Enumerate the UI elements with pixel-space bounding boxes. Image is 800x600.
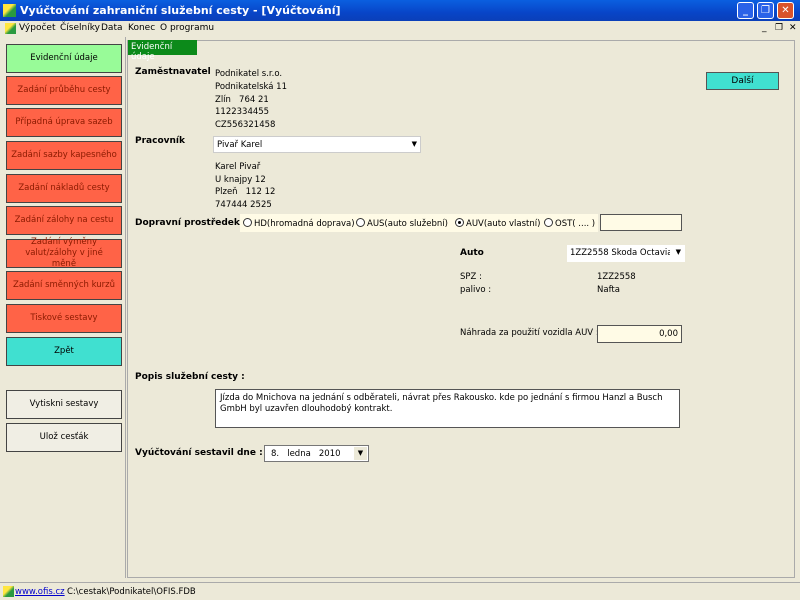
menu-ciselniky[interactable]: Číselníky (60, 23, 100, 33)
employee-line: Plzeň 112 12 (215, 187, 276, 198)
menu-bar: Výpočet Číselníky Data Konec O programu … (0, 21, 800, 37)
employer-line: Podnikatel s.r.o. (215, 69, 283, 79)
sidebar-uprava-sazeb[interactable]: Případná úprava sazeb (6, 108, 122, 137)
date-label: Vyúčtování sestavil dne : (135, 448, 263, 458)
app-icon (3, 586, 14, 597)
database-path: C:\cestak\Podnikatel\OFIS.FDB (67, 587, 196, 597)
radio-label: AUV(auto vlastní) (466, 219, 541, 229)
mdi-minimize-button[interactable]: _ (762, 23, 767, 33)
employee-line: U knajpy 12 (215, 174, 266, 185)
sidebar-zalohy[interactable]: Zadání zálohy na cestu (6, 206, 122, 235)
car-label: Auto (460, 248, 484, 258)
compensation-label: Náhrada za použití vozidla AUV : (460, 328, 599, 338)
radio-label: HD(hromadná doprava) (254, 219, 355, 229)
fuel-label: palivo : (460, 285, 492, 295)
spz-value: 1ZZ2558 (597, 272, 636, 282)
date-value: 8. ledna 2010 (271, 449, 341, 459)
employer-line: 1122334455 (215, 107, 270, 118)
employee-label: Pracovník (135, 136, 185, 146)
employer-label: Zaměstnavatel (135, 67, 211, 77)
radio-ost[interactable]: OST( .... ) (544, 218, 595, 229)
spz-label: SPZ : (460, 272, 482, 282)
sidebar-zadani-prubehu[interactable]: Zadání průběhu cesty (6, 76, 122, 105)
next-button[interactable]: Další (706, 72, 779, 90)
window-title: Vyúčtování zahraniční služební cesty - [… (20, 4, 341, 17)
description-label: Popis služební cesty : (135, 372, 245, 382)
mdi-restore-button[interactable]: ❐ (775, 23, 783, 33)
description-textarea[interactable]: Jízda do Mnichova na jednání s odběratel… (215, 389, 680, 428)
sidebar-tiskove-sestavy[interactable]: Tiskové sestavy (6, 304, 122, 333)
car-selected: 1ZZ2558 Škoda Octavia kc (570, 248, 670, 258)
sidebar-vymena-valut[interactable]: Zadání výměny valut/zálohy v jiné měně (6, 237, 122, 269)
back-button[interactable]: Zpět (6, 337, 122, 366)
menu-data[interactable]: Data (101, 23, 123, 33)
employer-line: Podnikatelská 11 (215, 81, 288, 92)
radio-aus[interactable]: AUS(auto služební) (356, 218, 448, 229)
sidebar-smenne-kurzy[interactable]: Zadání směnných kurzů (6, 271, 122, 300)
radio-label: AUS(auto služební) (367, 219, 448, 229)
print-reports-button[interactable]: Vytiskni sestavy (6, 390, 122, 419)
radio-auv[interactable]: AUV(auto vlastní) (455, 218, 540, 229)
employer-line: Zlín 764 21 (215, 94, 269, 105)
restore-button[interactable]: ❐ (757, 2, 774, 19)
mdi-close-button[interactable]: ✕ (789, 23, 797, 33)
chevron-down-icon[interactable]: ▼ (354, 447, 367, 460)
employee-selected: Pivař Karel (217, 140, 263, 150)
app-icon (3, 4, 16, 17)
radio-hd[interactable]: HD(hromadná doprava) (243, 218, 355, 229)
chevron-down-icon: ▼ (411, 140, 417, 148)
status-bar: www.ofis.cz C:\cestak\Podnikatel\OFIS.FD… (0, 582, 800, 600)
radio-label: OST( .... ) (555, 219, 596, 229)
sidebar-naklady-cesty[interactable]: Zadání nákladů cesty (6, 174, 122, 203)
compensation-input[interactable]: 0,00 (597, 325, 682, 343)
sidebar-sazby-kapesneho[interactable]: Zadání sazby kapesného (6, 141, 122, 170)
employee-select[interactable]: Pivař Karel ▼ (213, 136, 421, 153)
other-transport-input[interactable] (600, 214, 682, 231)
fuel-value: Nafta (597, 285, 620, 295)
employer-address: Podnikatel s.r.o. Podnikatelská 11 Zlín … (215, 68, 287, 132)
employer-line: CZ556321458 (215, 120, 276, 131)
sidebar-evidencni-udaje[interactable]: Evidenční údaje (6, 44, 122, 73)
menu-konec[interactable]: Konec (128, 23, 155, 33)
tab-evidencni-udaje[interactable]: Evidenční údaje (128, 40, 197, 62)
document-icon (5, 23, 16, 34)
close-button[interactable]: ✕ (777, 2, 794, 19)
employee-address: Karel Pivař U knajpy 12 Plzeň 112 12 747… (215, 161, 275, 211)
employee-line: 747444 2525 (215, 199, 272, 210)
car-select[interactable]: 1ZZ2558 Škoda Octavia kc ▼ (567, 245, 685, 262)
transport-radio-group: HD(hromadná doprava) AUS(auto služební) … (240, 214, 598, 232)
transport-label: Dopravní prostředek : (135, 218, 247, 228)
save-button[interactable]: Ulož cesťák (6, 423, 122, 452)
menu-vypocet[interactable]: Výpočet (19, 23, 55, 33)
website-link[interactable]: www.ofis.cz (15, 587, 65, 597)
chevron-down-icon: ▼ (675, 248, 681, 256)
date-picker[interactable]: 8. ledna 2010 ▼ (264, 445, 369, 462)
title-bar: Vyúčtování zahraniční služební cesty - [… (0, 0, 800, 21)
minimize-button[interactable]: _ (737, 2, 754, 19)
menu-o-programu[interactable]: O programu (160, 23, 214, 33)
employee-line: Karel Pivař (215, 162, 261, 172)
